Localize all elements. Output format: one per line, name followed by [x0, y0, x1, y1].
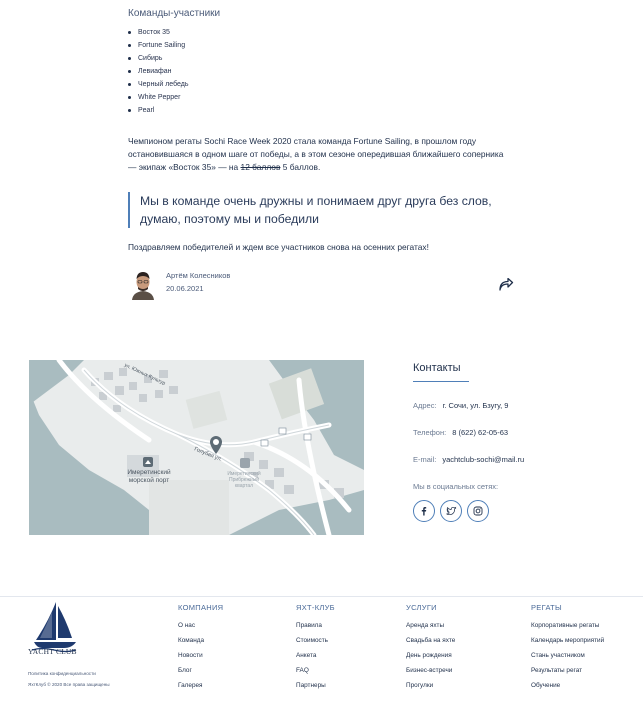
- footer-column-regattas: РЕГАТЫ Корпоративные регаты Календарь ме…: [531, 603, 604, 693]
- paragraph-text-end: 5 баллов.: [280, 162, 321, 172]
- copyright-text: ЯхтКлуб © 2020 Все права защищены: [28, 682, 110, 687]
- footer-link[interactable]: FAQ: [296, 663, 335, 678]
- footer-link[interactable]: Стань участником: [531, 648, 604, 663]
- author-avatar: [128, 268, 158, 300]
- footer-link[interactable]: Корпоративные регаты: [531, 618, 604, 633]
- svg-text:квартал: квартал: [235, 483, 253, 489]
- location-map[interactable]: Имеретинский морской порт Имеретинский П…: [29, 360, 364, 535]
- contact-phone[interactable]: Телефон: 8 (622) 62-05-63: [413, 428, 508, 437]
- contact-email[interactable]: E-mail: yachtclub-sochi@mail.ru: [413, 455, 524, 464]
- footer-link[interactable]: Правила: [296, 618, 335, 633]
- list-item: Сибирь: [128, 52, 189, 65]
- facebook-icon: [421, 507, 427, 516]
- article-paragraph: Чемпионом регаты Sochi Race Week 2020 ст…: [128, 135, 513, 174]
- footer-link[interactable]: О нас: [178, 618, 223, 633]
- social-label: Мы в социальных сетях:: [413, 482, 499, 491]
- footer-link[interactable]: Свадьба на яхте: [406, 633, 455, 648]
- footer-column-club: ЯХТ-КЛУБ Правила Стоимость Анкета FAQ Па…: [296, 603, 335, 693]
- struck-score: 12 баллов: [240, 162, 281, 172]
- footer-link[interactable]: Результаты регат: [531, 663, 604, 678]
- svg-text:Имеретинский: Имеретинский: [227, 470, 261, 477]
- contact-address: Адрес: г. Сочи, ул. Бзугу, 9: [413, 401, 509, 410]
- footer-link[interactable]: Аренда яхты: [406, 618, 455, 633]
- list-item: Восток 35: [128, 26, 189, 39]
- contacts-title: Контакты: [413, 362, 461, 374]
- map-label-port: Имеретинский: [127, 468, 171, 476]
- footer-column-heading: ЯХТ-КЛУБ: [296, 603, 335, 612]
- congrats-text: Поздравляем победителей и ждем все участ…: [128, 242, 429, 252]
- instagram-button[interactable]: [467, 500, 489, 522]
- list-item: Pearl: [128, 104, 189, 117]
- privacy-policy-link[interactable]: Политика конфиденциальности: [28, 671, 96, 676]
- title-underline: [413, 381, 469, 382]
- twitter-button[interactable]: [440, 500, 462, 522]
- footer-link[interactable]: Календарь мероприятий: [531, 633, 604, 648]
- footer-link[interactable]: Прогулки: [406, 678, 455, 693]
- author-name[interactable]: Артём Колесников: [166, 271, 230, 280]
- footer-link[interactable]: Обучение: [531, 678, 604, 693]
- list-item: Черный лебедь: [128, 78, 189, 91]
- footer-link[interactable]: Бизнес-встречи: [406, 663, 455, 678]
- footer-link[interactable]: Анкета: [296, 648, 335, 663]
- list-item: White Pepper: [128, 91, 189, 104]
- share-icon[interactable]: [498, 278, 514, 292]
- teams-list: Восток 35 Fortune Sailing Сибирь Левиафа…: [128, 26, 189, 117]
- author-date: 20.06.2021: [166, 284, 204, 293]
- footer-link[interactable]: Галерея: [178, 678, 223, 693]
- svg-text:морской порт: морской порт: [129, 476, 170, 484]
- footer-link[interactable]: Партнеры: [296, 678, 335, 693]
- footer-link[interactable]: Блог: [178, 663, 223, 678]
- harbor-map-icon: [240, 458, 250, 468]
- instagram-icon: [473, 506, 483, 516]
- footer-column-heading: УСЛУГИ: [406, 603, 437, 612]
- footer-column-heading: РЕГАТЫ: [531, 603, 563, 612]
- footer-column-heading: КОМПАНИЯ: [178, 603, 224, 612]
- svg-text:Прибрежный: Прибрежный: [229, 476, 259, 483]
- footer-link[interactable]: День рождения: [406, 648, 455, 663]
- footer-divider: [0, 596, 643, 597]
- footer-link[interactable]: Новости: [178, 648, 223, 663]
- teams-title: Команды-участники: [128, 8, 221, 19]
- facebook-button[interactable]: [413, 500, 435, 522]
- footer-link[interactable]: Стоимость: [296, 633, 335, 648]
- footer-link[interactable]: Команда: [178, 633, 223, 648]
- footer-column-services: УСЛУГИ Аренда яхты Свадьба на яхте День …: [406, 603, 455, 693]
- footer-column-company: КОМПАНИЯ О нас Команда Новости Блог Гале…: [178, 603, 223, 693]
- list-item: Левиафан: [128, 65, 189, 78]
- twitter-icon: [445, 506, 456, 516]
- list-item: Fortune Sailing: [128, 39, 189, 52]
- pull-quote: Мы в команде очень дружны и понимаем дру…: [128, 192, 513, 228]
- logo-text: YACHT CLUB: [28, 647, 77, 656]
